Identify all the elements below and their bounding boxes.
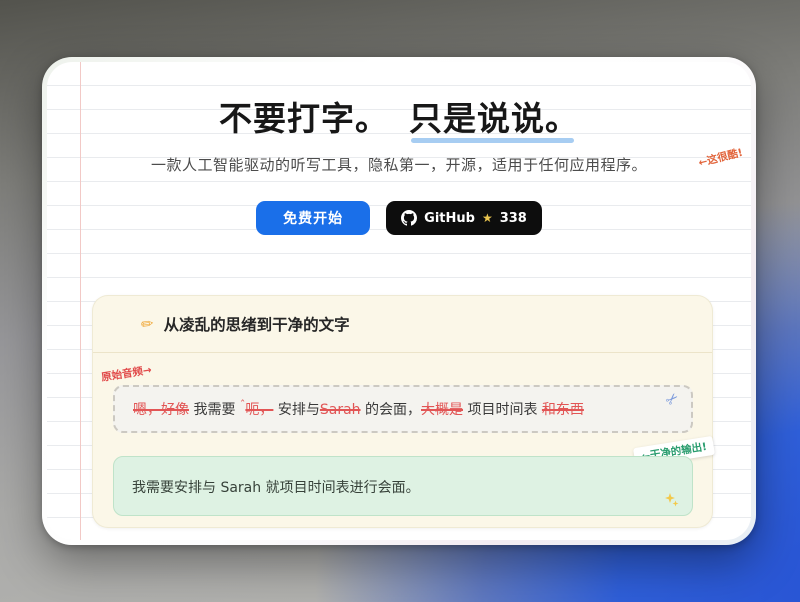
- raw-segment: Sarah: [320, 402, 361, 418]
- github-label: GitHub: [424, 211, 475, 226]
- star-icon: ★: [482, 211, 493, 225]
- title-part-1: 不要打字。: [219, 99, 389, 138]
- subtitle: 一款人工智能驱动的听写工具，隐私第一，开源，适用于任何应用程序。: [47, 154, 751, 175]
- github-icon: [401, 210, 417, 226]
- pencil-icon: ✏: [140, 314, 155, 334]
- raw-segment: 和东西: [542, 402, 584, 418]
- github-button[interactable]: GitHub ★ 338: [386, 201, 542, 235]
- raw-segment: 我需要: [189, 402, 240, 418]
- raw-segment: 的会面，: [361, 402, 421, 418]
- raw-segment: 项目时间表: [463, 402, 542, 418]
- notebook-paper: 不要打字。只是说说。 一款人工智能驱动的听写工具，隐私第一，开源，适用于任何应用…: [47, 62, 751, 540]
- raw-transcript-text: 嗯，好像 我需要 ˆ呃， 安排与Sarah 的会面，大概是 项目时间表 和东西: [133, 399, 584, 419]
- title-part-2: 只是说说。: [409, 98, 579, 139]
- raw-segment: ˆ: [240, 398, 246, 411]
- annotation-raw-audio: 原始音频→: [100, 362, 153, 385]
- clean-output-text: 我需要安排与 Sarah 就项目时间表进行会面。: [132, 477, 674, 497]
- raw-segment: 大概是: [421, 402, 463, 418]
- get-started-button[interactable]: 免费开始: [256, 201, 370, 235]
- demo-panel-header: ✏ 从凌乱的思绪到干净的文字: [93, 296, 712, 353]
- clean-output-box: 我需要安排与 Sarah 就项目时间表进行会面。: [113, 456, 693, 516]
- notebook-card: 不要打字。只是说说。 一款人工智能驱动的听写工具，隐私第一，开源，适用于任何应用…: [42, 57, 756, 545]
- cta-row: 免费开始 GitHub ★ 338: [47, 201, 751, 235]
- raw-segment: 呃，: [245, 402, 273, 418]
- raw-segment: 嗯，好像: [133, 402, 189, 418]
- demo-panel: ✏ 从凌乱的思绪到干净的文字 原始音频→ 嗯，好像 我需要 ˆ呃， 安排与Sar…: [92, 295, 713, 528]
- github-star-count: 338: [500, 211, 527, 226]
- raw-transcript-box: 嗯，好像 我需要 ˆ呃， 安排与Sarah 的会面，大概是 项目时间表 和东西 …: [113, 385, 693, 433]
- raw-segment: 安排与: [273, 402, 319, 418]
- sparkle-icon: [664, 492, 680, 508]
- hero-section: 不要打字。只是说说。 一款人工智能驱动的听写工具，隐私第一，开源，适用于任何应用…: [47, 62, 751, 235]
- demo-heading: 从凌乱的思绪到干净的文字: [164, 313, 350, 335]
- scissors-icon: ✂: [662, 388, 684, 410]
- page-title: 不要打字。只是说说。: [47, 98, 751, 139]
